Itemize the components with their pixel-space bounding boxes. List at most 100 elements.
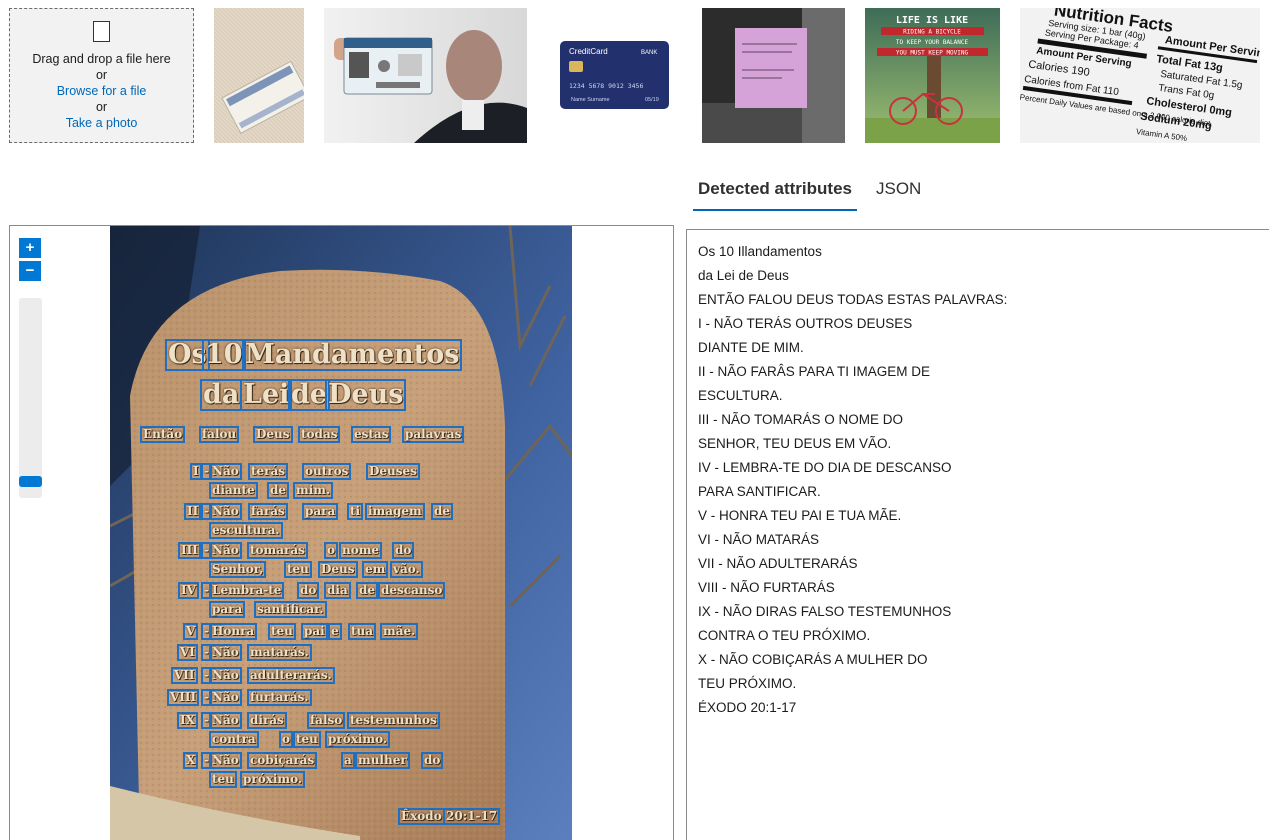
ocr-word-box: palavras (402, 426, 465, 443)
drag-drop-text: Drag and drop a file here (32, 52, 171, 66)
ocr-word-box: VII (171, 667, 198, 684)
ocr-word-box: Lei (240, 379, 293, 411)
ocr-word-box: pai (301, 623, 328, 640)
detected-text-line: da Lei de Deus (698, 268, 789, 283)
ocr-word-box: e (328, 623, 342, 640)
file-icon (93, 21, 110, 42)
sample-poster[interactable]: LIFE IS LIKE RIDING A BICYCLE TO KEEP YO… (865, 8, 1000, 143)
svg-text:05/19: 05/19 (645, 97, 659, 103)
zoom-out-button[interactable]: − (19, 261, 41, 281)
ocr-word-box: teu (293, 731, 321, 748)
ocr-word-box: descanso (378, 582, 446, 599)
detected-text-line: DIANTE DE MIM. (698, 340, 804, 355)
sample-social-security-card[interactable] (214, 8, 304, 143)
ocr-word-box: adulterarás. (247, 667, 335, 684)
ocr-word-box: dia (324, 582, 351, 599)
sample-id-card[interactable] (324, 8, 527, 143)
svg-text:LIFE IS LIKE: LIFE IS LIKE (896, 15, 968, 26)
ocr-word-box: Não (209, 503, 242, 520)
ocr-word-box: do (392, 542, 415, 559)
file-dropzone[interactable]: Drag and drop a file here or Browse for … (9, 8, 194, 143)
ocr-word-box: 10 (202, 339, 246, 371)
take-photo-link[interactable]: Take a photo (66, 115, 138, 131)
ocr-word-box: da (200, 379, 243, 411)
ocr-word-box: próximo. (325, 731, 391, 748)
ocr-word-box: Honra (209, 623, 258, 640)
ocr-word-box: VI (177, 644, 198, 661)
svg-text:BANK: BANK (641, 50, 657, 56)
svg-text:RIDING A BICYCLE: RIDING A BICYCLE (903, 29, 961, 36)
ocr-word-box: mãe. (380, 623, 419, 640)
zoom-in-button[interactable]: + (19, 238, 41, 258)
browse-file-link[interactable]: Browse for a file (57, 83, 147, 99)
detected-text-line: PARA SANTIFICAR. (698, 484, 821, 499)
ocr-word-box: Não (209, 542, 242, 559)
image-viewer[interactable]: + − Os 10 Mandamentos da Lei de Deus Ent… (9, 225, 674, 840)
result-tabs: Detected attributes JSON (693, 175, 940, 211)
zoom-slider-handle[interactable] (19, 476, 42, 487)
ocr-word-box: o (324, 542, 339, 559)
ocr-word-box: para (302, 503, 339, 520)
ocr-word-box: Não (209, 752, 242, 769)
ocr-word-box: Deus (253, 426, 293, 443)
ocr-word-box: Não (209, 689, 242, 706)
ocr-word-box: terás (248, 463, 289, 480)
ocr-word-box: Mandamentos (242, 339, 463, 371)
ocr-word-box: IV (178, 582, 199, 599)
tab-json[interactable]: JSON (871, 175, 926, 211)
detected-text-line: II - NÃO FARÂS PARA TI IMAGEM DE (698, 364, 931, 379)
ocr-word-box: o (279, 731, 294, 748)
credit-card-thumbnail: CreditCard BANK 1234 5678 9012 3456 Name… (547, 8, 682, 143)
ocr-word-box: nome (339, 542, 383, 559)
sample-nutrition-facts[interactable]: Nutrition Facts Serving size: 1 bar (40g… (1020, 8, 1260, 143)
ocr-word-box: testemunhos (347, 712, 440, 729)
detected-text-line: SENHOR, TEU DEUS EM VÃO. (698, 436, 892, 451)
ocr-word-box: matarás. (247, 644, 312, 661)
sample-credit-card[interactable]: CreditCard BANK 1234 5678 9012 3456 Name… (547, 8, 682, 143)
ocr-word-box: tomarás (247, 542, 308, 559)
ocr-word-box: Êxodo (398, 808, 445, 825)
ocr-word-box: falou (199, 426, 240, 443)
ocr-word-box: I (190, 463, 202, 480)
ocr-word-box: II (184, 503, 202, 520)
ocr-word-box: ti (347, 503, 364, 520)
ocr-word-box: Deuses (366, 463, 420, 480)
ocr-word-box: diante (209, 482, 258, 499)
ocr-word-box: VIII (167, 689, 200, 706)
svg-text:Name Surname: Name Surname (571, 97, 610, 103)
ocr-word-box: cobiçarás (247, 752, 318, 769)
detected-text-list: Os 10 Illandamentos da Lei de Deus ENTÃO F… (698, 240, 1264, 720)
ocr-word-box: Não (209, 712, 242, 729)
detected-text-line: VIII - NÃO FURTARÁS (698, 580, 835, 595)
tab-detected-attributes[interactable]: Detected attributes (693, 175, 857, 211)
zoom-slider[interactable] (19, 298, 42, 498)
ocr-word-box: do (421, 752, 444, 769)
or-separator: or (95, 100, 108, 114)
ocr-word-box: Não (209, 667, 242, 684)
svg-text:YOU MUST KEEP MOVING: YOU MUST KEEP MOVING (896, 50, 969, 57)
ocr-word-box: de (288, 379, 331, 411)
svg-text:CreditCard: CreditCard (569, 47, 608, 56)
life-is-like-bicycle-poster-thumbnail: LIFE IS LIKE RIDING A BICYCLE TO KEEP YO… (865, 8, 1000, 143)
detected-text-line: TEU PRÓXIMO. (698, 676, 797, 691)
ocr-word-box: santificar. (254, 601, 327, 618)
sticky-note-thumbnail (702, 8, 845, 143)
svg-text:TO KEEP YOUR BALANCE: TO KEEP YOUR BALANCE (896, 39, 969, 46)
social-security-card-thumbnail (214, 8, 304, 143)
detected-text-line: V - HONRA TEU PAI E TUA MÃE. (698, 508, 902, 523)
sample-sticky-note[interactable] (702, 8, 845, 143)
ocr-word-box: teu (268, 623, 296, 640)
detected-text-line: IX - NÃO DIRAS FALSO TESTEMUNHOS (698, 604, 952, 619)
ocr-word-box: imagem (365, 503, 425, 520)
ocr-word-box: falso (307, 712, 346, 729)
detected-text-line: CONTRA O TEU PRÓXIMO. (698, 628, 871, 643)
detected-text-panel[interactable]: Os 10 Illandamentos da Lei de Deus ENTÃO F… (686, 229, 1269, 840)
ocr-word-box: mulher (355, 752, 410, 769)
detected-text-line: ENTÃO FALOU DEUS TODAS ESTAS PALAVRAS: (698, 292, 1008, 307)
ocr-word-box: dirás (247, 712, 287, 729)
ocr-word-box: de (356, 582, 379, 599)
detected-text-line: IV - LEMBRA-TE DO DIA DE DESCANSO (698, 460, 952, 475)
detected-text-line: III - NÃO TOMARÁS O NOME DO (698, 412, 904, 427)
ocr-word-box: próximo. (240, 771, 306, 788)
ocr-word-box: do (297, 582, 320, 599)
